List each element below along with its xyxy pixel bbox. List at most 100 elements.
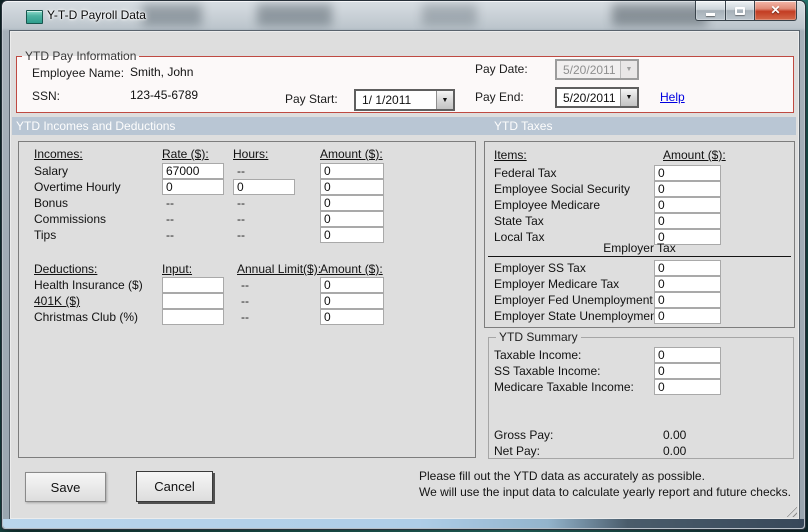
rate-column-header: Rate ($): <box>162 147 209 161</box>
dialog-window: Y-T-D Payroll Data ✕ YTD Pay Information… <box>1 0 806 530</box>
pay-start-label: Pay Start: <box>285 92 338 106</box>
employer-tax-divider: Employer Tax <box>488 241 791 257</box>
employer-state-unemployment-amount-input[interactable] <box>654 308 721 324</box>
health-insurance-label: Health Insurance ($) <box>34 278 143 292</box>
christmas-club-amount-input[interactable] <box>320 309 384 325</box>
christmas-club-input-input[interactable] <box>162 309 224 325</box>
pay-end-dropdown-arrow-icon[interactable]: ▼ <box>620 89 637 106</box>
taxable-income-amount-input[interactable] <box>654 347 721 363</box>
bonus-label: Bonus <box>34 196 69 210</box>
hours-column-header: Hours: <box>233 147 269 161</box>
gross-pay-value: 0.00 <box>663 428 687 442</box>
glass-reflection <box>612 4 707 26</box>
table-row: Overtime Hourly <box>19 179 475 195</box>
commissions-rate-dash: -- <box>166 212 174 226</box>
items-column-header: Items: <box>494 148 527 162</box>
employer-state-unemployment-label: Employer State Unemployment <box>494 309 661 323</box>
summary-legend: YTD Summary <box>496 331 581 344</box>
salary-hours-dash: -- <box>237 164 245 178</box>
health-insurance-input-input[interactable] <box>162 277 224 293</box>
health-insurance-amount-input[interactable] <box>320 277 384 293</box>
table-row: Employee Social Security <box>485 181 794 197</box>
pay-end-combobox[interactable]: 5/20/2011 ▼ <box>555 87 639 108</box>
maximize-icon <box>735 6 745 15</box>
401k-amount-input[interactable] <box>320 293 384 309</box>
commissions-hours-dash: -- <box>237 212 245 226</box>
gross-pay-label: Gross Pay: <box>494 428 554 442</box>
maximize-button[interactable] <box>725 1 755 21</box>
overtime-hourly-hours-input[interactable] <box>233 179 295 195</box>
state-tax-label: State Tax <box>494 214 544 228</box>
tips-hours-dash: -- <box>237 228 245 242</box>
pay-start-dropdown-arrow-icon[interactable]: ▼ <box>436 91 453 109</box>
table-row: Christmas Club (%) -- <box>19 309 475 325</box>
tips-label: Tips <box>34 228 57 242</box>
pay-start-value: 1/ 1/2011 <box>362 93 412 107</box>
pay-end-label: Pay End: <box>475 90 524 104</box>
window-title: Y-T-D Payroll Data <box>47 8 146 22</box>
table-row: Employer Medicare Tax <box>485 276 794 292</box>
app-icon <box>26 10 43 24</box>
input-column-header: Input: <box>162 262 193 276</box>
help-link[interactable]: Help <box>660 91 685 104</box>
overtime-hourly-rate-input[interactable] <box>162 179 224 195</box>
employer-fed-unemployment-amount-input[interactable] <box>654 292 721 308</box>
pay-info-legend: YTD Pay Information <box>22 50 140 63</box>
caption-buttons: ✕ <box>695 1 797 21</box>
employer-ss-tax-amount-input[interactable] <box>654 260 721 276</box>
income-rows: Salary--Overtime HourlyBonus----Commissi… <box>19 163 475 243</box>
table-row: Bonus -- -- <box>19 195 475 211</box>
resize-grip[interactable] <box>784 504 797 517</box>
table-row: State Tax <box>485 213 794 229</box>
employer-tax-rows: Employer SS Tax Employer Medicare Tax Empl… <box>485 260 794 324</box>
close-button[interactable]: ✕ <box>754 1 797 21</box>
cancel-button[interactable]: Cancel <box>136 471 213 502</box>
taxable-income-label: Taxable Income: <box>494 348 582 362</box>
salary-amount-input[interactable] <box>320 163 384 179</box>
pay-start-combobox[interactable]: 1/ 1/2011 ▼ <box>354 89 455 111</box>
commissions-amount-input[interactable] <box>320 211 384 227</box>
title-bar[interactable]: Y-T-D Payroll Data <box>2 1 805 30</box>
annual-limit-column-header: Annual Limit($): <box>237 262 322 276</box>
ssn-value: 123-45-6789 <box>130 88 199 102</box>
pay-date-dropdown-arrow-icon: ▼ <box>620 61 637 78</box>
dialog-client-area: YTD Pay Information Employee Name: Smith… <box>9 30 800 520</box>
bonus-amount-input[interactable] <box>320 195 384 211</box>
save-button[interactable]: Save <box>25 472 106 502</box>
employee-social-security-amount-input[interactable] <box>654 181 721 197</box>
medicare-taxable-income-amount-input[interactable] <box>654 379 721 395</box>
salary-rate-input[interactable] <box>162 163 224 179</box>
footer-note-line1: Please fill out the YTD data as accurate… <box>419 469 705 483</box>
taxes-section-header: YTD Taxes <box>494 119 553 133</box>
incomes-deductions-panel: Incomes: Rate ($): Hours: Amount ($): Sa… <box>18 141 476 458</box>
christmas-club-label: Christmas Club (%) <box>34 310 139 324</box>
table-row: 401K ($) -- <box>19 293 475 309</box>
ss-taxable-income-amount-input[interactable] <box>654 363 721 379</box>
employer-fed-unemployment-label: Employer Fed Unemployment <box>494 293 653 307</box>
employee-medicare-amount-input[interactable] <box>654 197 721 213</box>
close-icon: ✕ <box>770 3 781 17</box>
federal-tax-amount-input[interactable] <box>654 165 721 181</box>
state-tax-amount-input[interactable] <box>654 213 721 229</box>
salary-label: Salary <box>34 164 69 178</box>
glass-reflection <box>257 4 332 26</box>
section-header-band: YTD Incomes and Deductions YTD Taxes <box>12 117 796 135</box>
pay-date-value: 5/20/2011 <box>563 62 616 77</box>
minimize-button[interactable] <box>695 1 726 21</box>
table-row: Employer SS Tax <box>485 260 794 276</box>
employee-name-value: Smith, John <box>130 65 194 79</box>
401k-input-input[interactable] <box>162 293 224 309</box>
table-row: Federal Tax <box>485 165 794 181</box>
table-row: Tips -- -- <box>19 227 475 243</box>
health-insurance-limit-dash: -- <box>241 278 249 292</box>
employer-ss-tax-label: Employer SS Tax <box>494 261 586 275</box>
bonus-rate-dash: -- <box>166 196 174 210</box>
overtime-hourly-label: Overtime Hourly <box>34 180 121 194</box>
table-row: Employer State Unemployment <box>485 308 794 324</box>
employer-medicare-tax-label: Employer Medicare Tax <box>494 277 620 291</box>
glass-reflection <box>142 4 202 26</box>
overtime-hourly-amount-input[interactable] <box>320 179 384 195</box>
tips-amount-input[interactable] <box>320 227 384 243</box>
footer-note-line2: We will use the input data to calculate … <box>419 485 791 499</box>
employer-medicare-tax-amount-input[interactable] <box>654 276 721 292</box>
